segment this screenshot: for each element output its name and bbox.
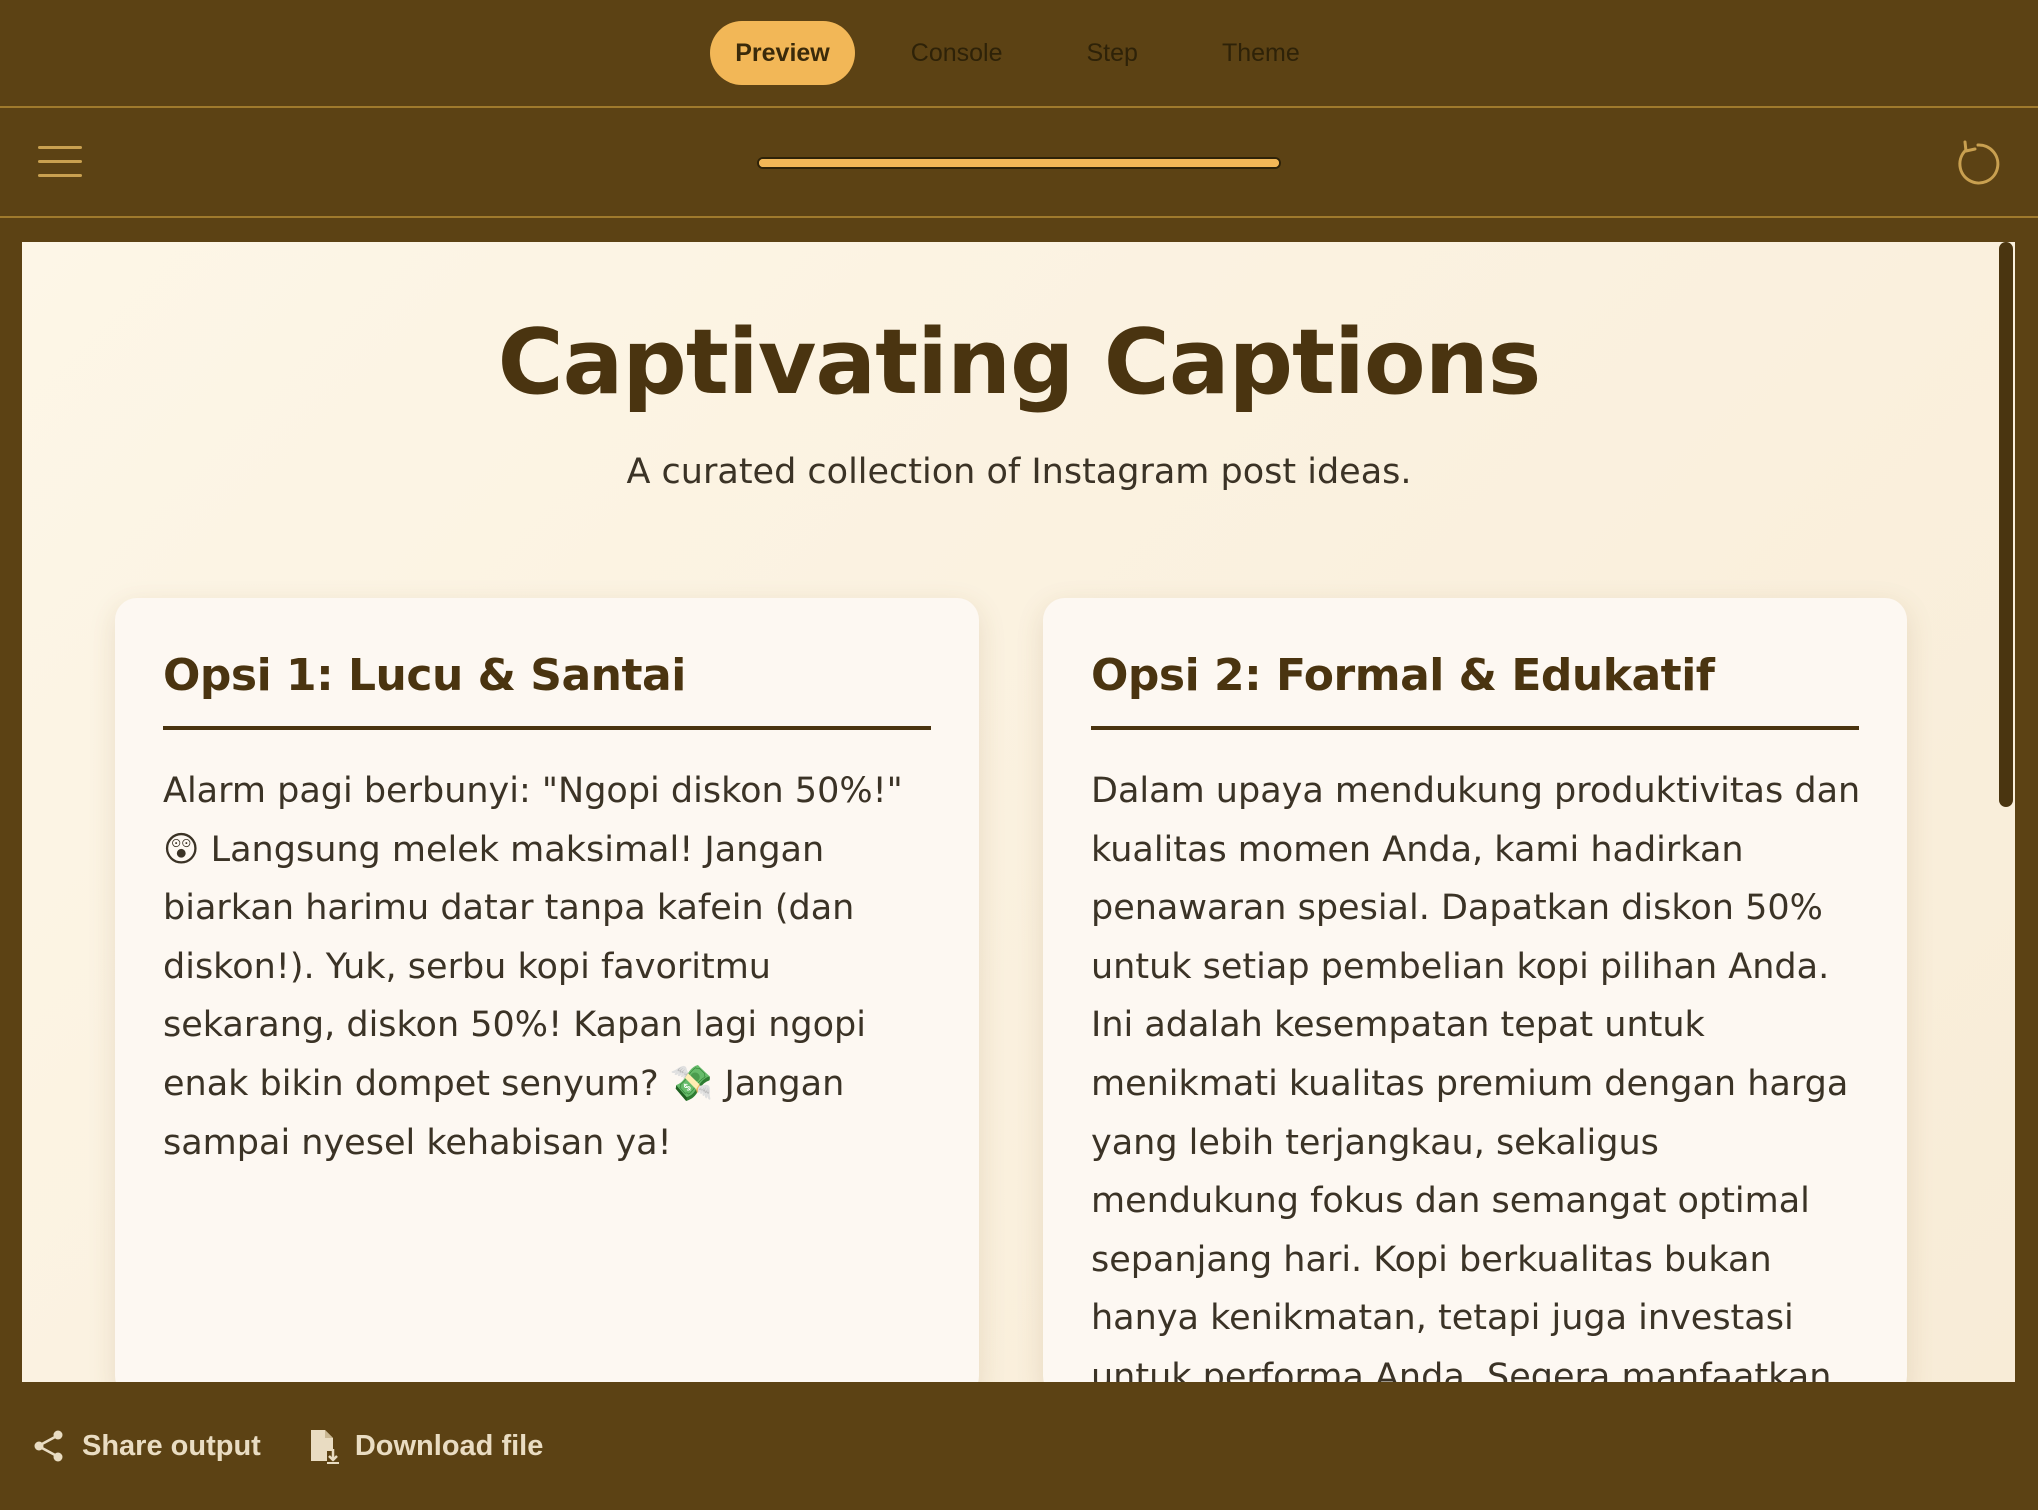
reload-icon[interactable] (1952, 138, 2004, 190)
tab-step[interactable]: Step (1059, 21, 1166, 85)
download-file-icon (310, 1430, 339, 1464)
card-divider (1091, 726, 1859, 730)
share-output-label: Share output (82, 1429, 261, 1462)
card-title: Opsi 1: Lucu & Santai (163, 650, 686, 701)
tab-list: Preview Console Step Theme (710, 21, 1328, 85)
card-body-text: Alarm pagi berbunyi: "Ngopi diskon 50%!"… (163, 771, 903, 1163)
caption-card-option-1: Opsi 1: Lucu & Santai Alarm pagi berbuny… (115, 598, 979, 1398)
page-title: Captivating Captions (497, 310, 1542, 415)
top-tab-bar: Preview Console Step Theme (0, 0, 2038, 108)
card-divider (163, 726, 931, 730)
card-title: Opsi 2: Formal & Edukatif (1091, 650, 1715, 701)
share-icon (34, 1430, 63, 1462)
preview-toolbar (0, 110, 2038, 218)
card-body-text: Dalam upaya mendukung produktivitas dan … (1091, 771, 1861, 1456)
tab-preview[interactable]: Preview (710, 21, 855, 85)
bottom-action-bar: Share output Download file (0, 1382, 2038, 1510)
download-file-label: Download file (354, 1429, 544, 1462)
progress-fill (759, 159, 1279, 167)
page-subtitle: A curated collection of Instagram post i… (626, 452, 1412, 492)
caption-card-option-2: Opsi 2: Formal & Edukatif Dalam upaya me… (1043, 598, 1907, 1456)
app-window: Preview Console Step Theme Captivating C… (0, 0, 2038, 1510)
share-output-button[interactable]: Share output (30, 1427, 261, 1465)
download-file-button[interactable]: Download file (303, 1427, 544, 1465)
tab-console[interactable]: Console (883, 21, 1031, 85)
loading-progress-bar (757, 157, 1281, 169)
hamburger-menu-icon[interactable] (38, 146, 82, 180)
tab-theme[interactable]: Theme (1194, 21, 1328, 85)
